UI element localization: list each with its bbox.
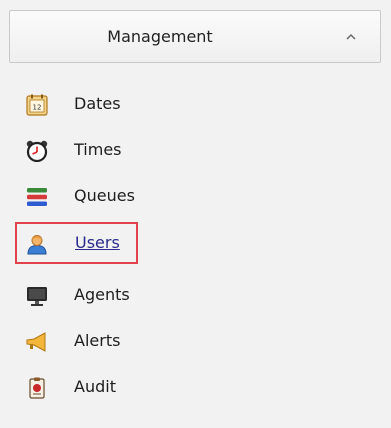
menu-item-label: Times [74,140,122,159]
menu-item-times[interactable]: Times [20,132,220,168]
menu-item-audit[interactable]: Audit [20,369,220,405]
menu-item-agents[interactable]: Agents [20,277,220,313]
menu-item-label: Users [75,233,120,252]
queues-icon [27,188,47,206]
megaphone-icon [26,332,46,352]
monitor-icon [27,287,47,306]
menu-item-label: Queues [74,186,135,205]
group-title: Management [107,27,213,46]
management-group-header[interactable]: Management [9,10,381,63]
chevron-up-icon[interactable] [344,30,358,44]
menu-item-dates[interactable]: 12 Dates [20,86,220,122]
menu-item-label: Agents [74,285,130,304]
user-icon [27,235,47,255]
menu-item-label: Audit [74,377,116,396]
menu-item-users[interactable]: Users [15,222,138,264]
management-panel: Management 12 Dates Times Queues Users A… [0,0,391,428]
svg-text:12: 12 [33,104,42,112]
menu-item-queues[interactable]: Queues [20,178,220,214]
calendar-icon: 12 [26,94,48,116]
menu-item-label: Alerts [74,331,121,350]
menu-item-label: Dates [74,94,121,113]
menu-item-alerts[interactable]: Alerts [20,323,220,359]
alarm-clock-icon [26,140,48,162]
audit-icon [29,377,45,399]
